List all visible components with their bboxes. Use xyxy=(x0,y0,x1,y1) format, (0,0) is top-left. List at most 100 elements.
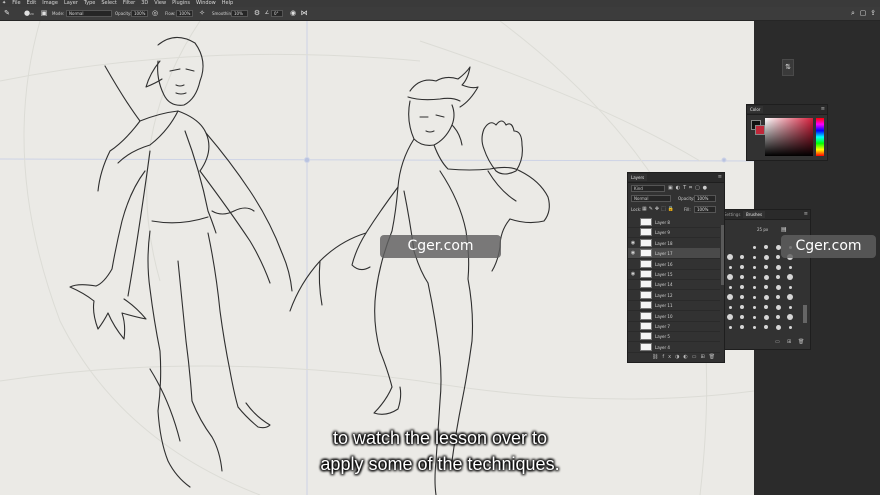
brush-preset[interactable] xyxy=(764,245,768,249)
brush-preset[interactable] xyxy=(740,325,744,329)
brush-preset[interactable] xyxy=(727,254,733,260)
brush-new-icon[interactable]: ⊞ xyxy=(787,339,791,345)
color-panel-menu-icon[interactable]: ≡ xyxy=(821,106,825,113)
brush-preset[interactable] xyxy=(787,294,793,300)
opacity-field[interactable]: 100% xyxy=(131,10,148,17)
brush-preset[interactable] xyxy=(788,285,792,289)
background-color-swatch[interactable] xyxy=(755,125,765,135)
brush-preset[interactable] xyxy=(752,305,756,309)
lock-icons[interactable]: ▦✎✥⬚🔒 xyxy=(642,206,676,213)
menu-plugins[interactable]: Plugins xyxy=(172,0,190,7)
layers-tab[interactable]: Layers xyxy=(628,174,648,181)
brush-preset[interactable] xyxy=(763,254,769,260)
visibility-eye-icon[interactable] xyxy=(630,344,636,350)
menu-select[interactable]: Select xyxy=(101,0,116,7)
brush-preset[interactable] xyxy=(727,314,733,320)
brush-preset[interactable] xyxy=(752,265,756,269)
brush-preset[interactable] xyxy=(727,294,733,300)
smoothing-gear-icon[interactable]: ⚙ xyxy=(253,9,261,18)
brush-preset[interactable] xyxy=(763,314,769,320)
layer-row[interactable]: Layer 10 xyxy=(628,311,720,322)
brush-preset[interactable] xyxy=(764,285,768,289)
brush-preset[interactable] xyxy=(727,274,733,280)
flow-field[interactable]: 100% xyxy=(176,10,193,17)
brush-preset[interactable] xyxy=(752,315,756,319)
visibility-eye-icon[interactable] xyxy=(630,323,636,329)
angle-field[interactable]: 0° xyxy=(271,10,283,17)
menu-image[interactable]: Image xyxy=(42,0,58,7)
pressure-opacity-icon[interactable]: ◎ xyxy=(151,9,159,18)
layer-row[interactable]: ◉ Layer 15 xyxy=(628,269,720,280)
brush-preset[interactable] xyxy=(776,295,780,299)
menu-window[interactable]: Window xyxy=(196,0,216,7)
brush-preset[interactable] xyxy=(763,294,769,300)
brush-preset[interactable] xyxy=(740,265,744,269)
layer-filter-select[interactable]: Kind xyxy=(631,185,665,192)
layer-row[interactable]: Layer 8 xyxy=(628,217,720,228)
brush-preset[interactable] xyxy=(728,265,732,269)
brushes-tab[interactable]: Brushes xyxy=(743,211,766,218)
brush-preset[interactable] xyxy=(740,285,744,289)
visibility-eye-icon[interactable] xyxy=(630,229,636,235)
brush-preset[interactable] xyxy=(752,245,756,249)
mode-select[interactable]: Normal xyxy=(66,10,112,17)
brush-preset[interactable] xyxy=(776,275,780,279)
brush-preset[interactable] xyxy=(764,325,768,329)
layer-row[interactable]: Layer 12 xyxy=(628,290,720,301)
visibility-eye-icon[interactable] xyxy=(630,333,636,339)
brush-preset[interactable] xyxy=(763,274,769,280)
visibility-eye-icon[interactable]: ◉ xyxy=(630,240,636,246)
visibility-eye-icon[interactable]: ◉ xyxy=(630,271,636,277)
symmetry-icon[interactable]: ⋈ xyxy=(300,9,308,18)
brush-preset[interactable] xyxy=(775,244,781,250)
brush-preset[interactable] xyxy=(788,265,792,269)
brush-preset[interactable] xyxy=(775,264,781,270)
layers-scrollbar[interactable] xyxy=(721,225,724,285)
layer-row[interactable]: ◉ Layer 18 xyxy=(628,238,720,249)
menu-view[interactable]: View xyxy=(154,0,166,7)
visibility-eye-icon[interactable] xyxy=(630,261,636,267)
hue-slider[interactable] xyxy=(816,118,824,156)
brush-preset[interactable] xyxy=(740,275,744,279)
pressure-size-icon[interactable]: ◉ xyxy=(289,9,297,18)
brush-preset[interactable] xyxy=(728,305,732,309)
brush-preset[interactable] xyxy=(728,325,732,329)
visibility-eye-icon[interactable] xyxy=(630,292,636,298)
brush-preset[interactable] xyxy=(788,325,792,329)
layer-row[interactable]: Layer 16 xyxy=(628,259,720,270)
brush-preset[interactable] xyxy=(776,315,780,319)
share-icon[interactable]: ⇪ xyxy=(869,9,877,18)
visibility-eye-icon[interactable] xyxy=(630,313,636,319)
menu-filter[interactable]: Filter xyxy=(123,0,135,7)
layers-panel-menu-icon[interactable]: ≡ xyxy=(718,174,722,181)
menu-help[interactable]: Help xyxy=(222,0,233,7)
brush-preset[interactable] xyxy=(764,265,768,269)
brush-preset[interactable] xyxy=(787,314,793,320)
layer-footer-icons[interactable]: ⛓fx◑◐▭⊞🗑 xyxy=(652,354,719,360)
color-tab[interactable]: Color xyxy=(747,106,764,113)
menu-3d[interactable]: 3D xyxy=(141,0,148,7)
blend-mode-select[interactable]: Normal xyxy=(631,195,671,202)
menu-type[interactable]: Type xyxy=(84,0,95,7)
brush-preset[interactable] xyxy=(788,305,792,309)
search-icon[interactable]: ⌕ xyxy=(849,9,857,18)
layer-row[interactable]: Layer 7 xyxy=(628,321,720,332)
brush-preset[interactable] xyxy=(728,285,732,289)
brush-preset[interactable] xyxy=(775,324,781,330)
menu-layer[interactable]: Layer xyxy=(64,0,78,7)
brush-preset[interactable] xyxy=(740,315,744,319)
brush-preset[interactable] xyxy=(740,295,744,299)
layer-row[interactable]: Layer 9 xyxy=(628,227,720,239)
layer-filter-icons[interactable]: ▣◐T⌗▢● xyxy=(668,185,710,192)
brush-preset[interactable] xyxy=(775,284,781,290)
workspace-icon[interactable]: ▢ xyxy=(859,9,867,18)
layer-row[interactable]: Layer 11 xyxy=(628,300,720,312)
brushes-panel-menu-icon[interactable]: ≡ xyxy=(804,211,808,218)
brush-preset[interactable] xyxy=(752,285,756,289)
brush-preset[interactable] xyxy=(740,305,744,309)
brushes-scrollbar[interactable] xyxy=(803,305,807,323)
brush-delete-icon[interactable]: 🗑 xyxy=(798,339,804,345)
layer-row[interactable]: Layer 5 xyxy=(628,331,720,343)
brush-tool-icon[interactable]: ✎ xyxy=(3,9,11,18)
visibility-eye-icon[interactable] xyxy=(630,219,636,225)
